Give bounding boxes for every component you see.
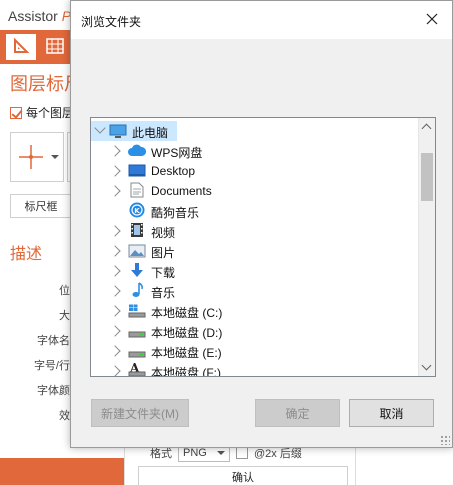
tree-item-kugou-music[interactable]: K 酷狗音乐	[91, 201, 419, 221]
tree-item-label: 本地磁盘 (D:)	[151, 326, 223, 340]
vertical-scrollbar[interactable]	[418, 118, 435, 376]
dialog-titlebar: 浏览文件夹	[71, 1, 452, 39]
tree-item-label: 视频	[151, 226, 176, 240]
drive-icon	[128, 343, 146, 359]
chevron-right-icon[interactable]	[109, 225, 121, 237]
computer-icon	[109, 123, 127, 139]
new-folder-button[interactable]: 新建文件夹(M)	[91, 399, 189, 427]
chevron-right-icon[interactable]	[109, 265, 121, 277]
drive-icon	[128, 323, 146, 339]
pictures-icon	[128, 243, 146, 259]
ruler-tool-button[interactable]	[6, 34, 36, 60]
music-icon	[128, 282, 146, 298]
app-title-text: Assistor	[8, 8, 62, 24]
tree-item-label: 本地磁盘 (C:)	[151, 306, 223, 320]
kugou-icon: K	[128, 202, 146, 218]
ruler-box-button[interactable]: 标尺框	[10, 194, 72, 218]
tree-item-pictures[interactable]: 图片	[91, 241, 419, 261]
each-layer-label: 每个图层	[26, 106, 75, 120]
close-icon	[426, 13, 438, 28]
scrollbar-thumb[interactable]	[421, 153, 433, 201]
font-drive-icon: A	[128, 361, 146, 376]
each-layer-checkbox-row[interactable]: 每个图层	[10, 104, 74, 121]
accent-footer-bar	[0, 458, 124, 485]
prop-label-position: 位	[59, 285, 70, 297]
tree-item-label: 图片	[151, 246, 176, 260]
description-title: 描述	[10, 246, 43, 263]
tree-item-wps-cloud[interactable]: WPS网盘	[91, 141, 419, 161]
grid-icon	[46, 37, 64, 57]
tree-item-desktop[interactable]: Desktop	[91, 161, 419, 181]
tree-item-drive-c[interactable]: 本地磁盘 (C:)	[91, 301, 419, 321]
prop-label-font-color: 字体颜	[37, 385, 70, 397]
tree-item-this-pc[interactable]: 此电脑	[91, 121, 177, 141]
tree-item-downloads[interactable]: 下载	[91, 261, 419, 281]
svg-text:K: K	[134, 207, 140, 215]
prop-label-font-name: 字体名	[37, 335, 70, 347]
document-icon	[128, 182, 146, 198]
ruler-style-picker[interactable]	[10, 132, 64, 182]
tree-item-label: WPS网盘	[151, 146, 203, 160]
close-button[interactable]	[412, 1, 452, 39]
chevron-right-icon[interactable]	[109, 325, 121, 337]
windows-drive-icon	[128, 303, 146, 319]
tree-item-label: 此电脑	[132, 126, 169, 140]
ruler-triangle-icon	[13, 37, 30, 57]
prop-label-font-size: 字号/行	[33, 360, 70, 372]
chevron-right-icon[interactable]	[109, 285, 121, 297]
scroll-down-icon[interactable]	[421, 360, 432, 371]
cancel-button[interactable]: 取消	[349, 399, 434, 427]
crosshair-icon	[19, 145, 43, 172]
each-layer-checkbox[interactable]	[10, 106, 22, 119]
app-title: Assistor P	[8, 8, 71, 24]
chevron-right-icon[interactable]	[109, 245, 121, 257]
prop-label-size: 大	[59, 310, 70, 322]
tree-item-label: 本地磁盘 (E:)	[151, 346, 222, 360]
chevron-right-icon[interactable]	[109, 165, 121, 177]
tree-item-drive-d[interactable]: 本地磁盘 (D:)	[91, 321, 419, 341]
tree-item-label: 下载	[151, 266, 176, 280]
tree-item-label: 本地磁盘 (F:)	[151, 366, 221, 376]
chevron-right-icon[interactable]	[109, 185, 121, 197]
tree-item-drive-e[interactable]: 本地磁盘 (E:)	[91, 341, 419, 361]
dialog-title: 浏览文件夹	[81, 15, 142, 29]
chevron-down-icon	[51, 155, 59, 159]
tree-item-drive-f[interactable]: A 本地磁盘 (F:)	[91, 361, 419, 376]
tree-item-label: 音乐	[151, 286, 176, 300]
desktop-icon	[128, 163, 146, 179]
chevron-right-icon[interactable]	[109, 145, 121, 157]
tree-item-documents[interactable]: Documents	[91, 181, 419, 201]
chevron-right-icon[interactable]	[109, 305, 121, 317]
tree-item-music[interactable]: 音乐	[91, 281, 419, 301]
prop-label-effect: 效	[59, 410, 70, 422]
folder-tree-list: 此电脑 WPS网盘 Desktop Documents K 酷狗音乐 视频 图片…	[91, 118, 419, 376]
format-value: PNG	[183, 447, 207, 459]
scroll-up-icon[interactable]	[421, 123, 432, 134]
tree-item-label: Documents	[151, 184, 212, 198]
confirm-button[interactable]: 确认	[138, 466, 348, 485]
ok-button[interactable]: 确定	[255, 399, 340, 427]
app-toolbar	[0, 30, 70, 64]
chevron-right-icon[interactable]	[109, 365, 121, 376]
folder-tree[interactable]: 此电脑 WPS网盘 Desktop Documents K 酷狗音乐 视频 图片…	[90, 117, 436, 377]
cloud-icon	[128, 143, 146, 159]
suffix-checkbox[interactable]	[236, 447, 248, 459]
browse-folder-dialog: 浏览文件夹 此电脑 WPS网盘 Desktop Documents K 酷狗音乐…	[70, 0, 453, 448]
video-icon	[128, 222, 146, 238]
chevron-down-icon[interactable]	[94, 122, 106, 134]
resize-grip[interactable]	[440, 435, 450, 445]
download-icon	[128, 262, 146, 278]
tree-item-label: Desktop	[151, 164, 196, 178]
chevron-right-icon[interactable]	[109, 345, 121, 357]
grid-tool-button[interactable]	[40, 34, 70, 60]
tree-item-videos[interactable]: 视频	[91, 221, 419, 241]
chevron-down-icon	[217, 451, 225, 455]
tree-item-label: 酷狗音乐	[151, 206, 200, 220]
